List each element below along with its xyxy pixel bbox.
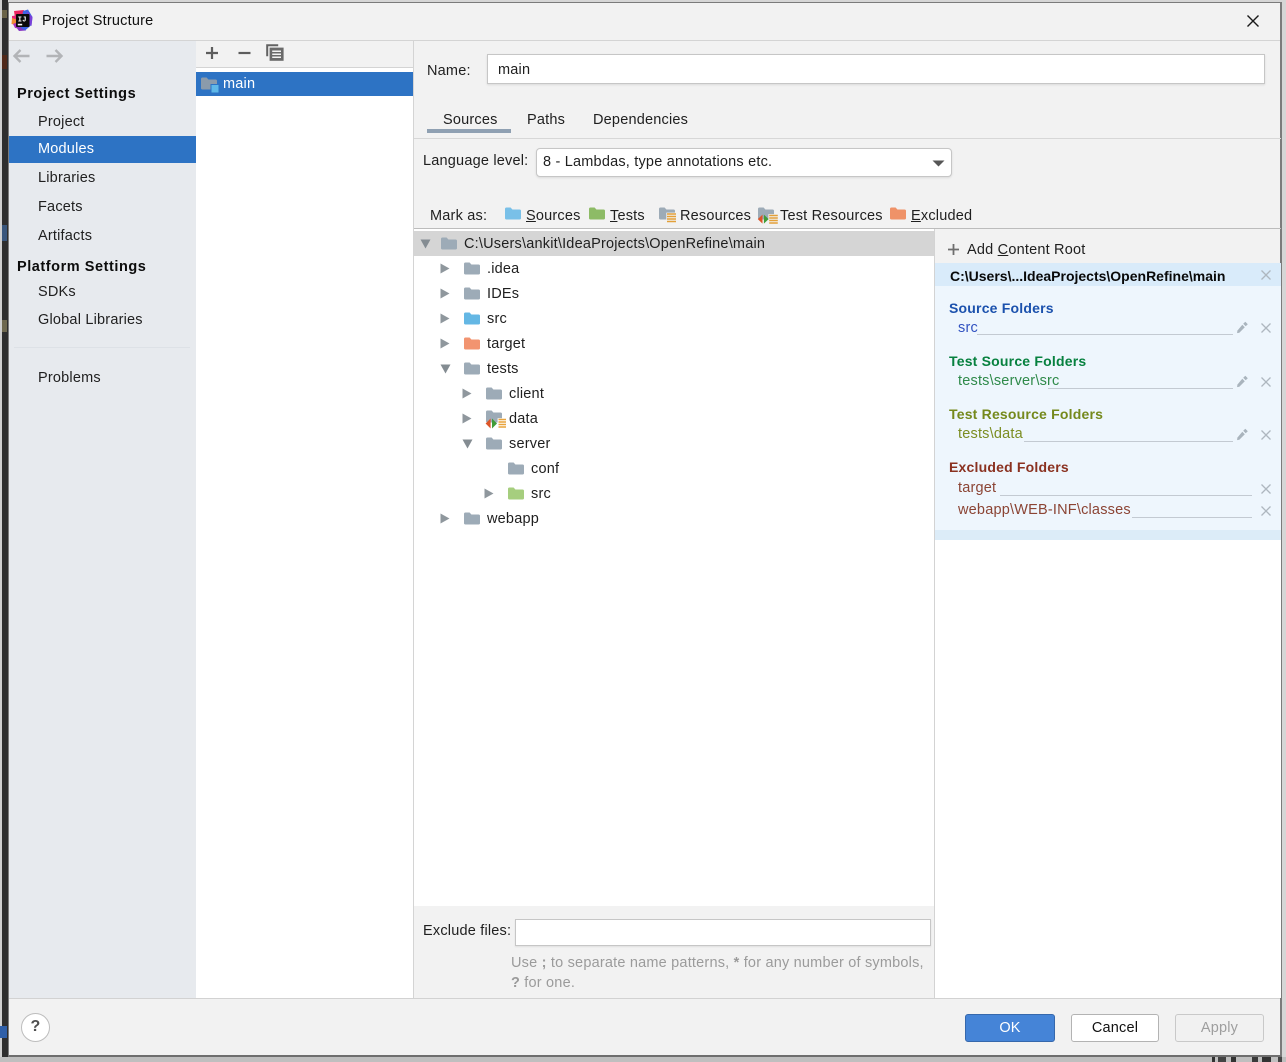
svg-text:IJ: IJ <box>18 17 27 25</box>
